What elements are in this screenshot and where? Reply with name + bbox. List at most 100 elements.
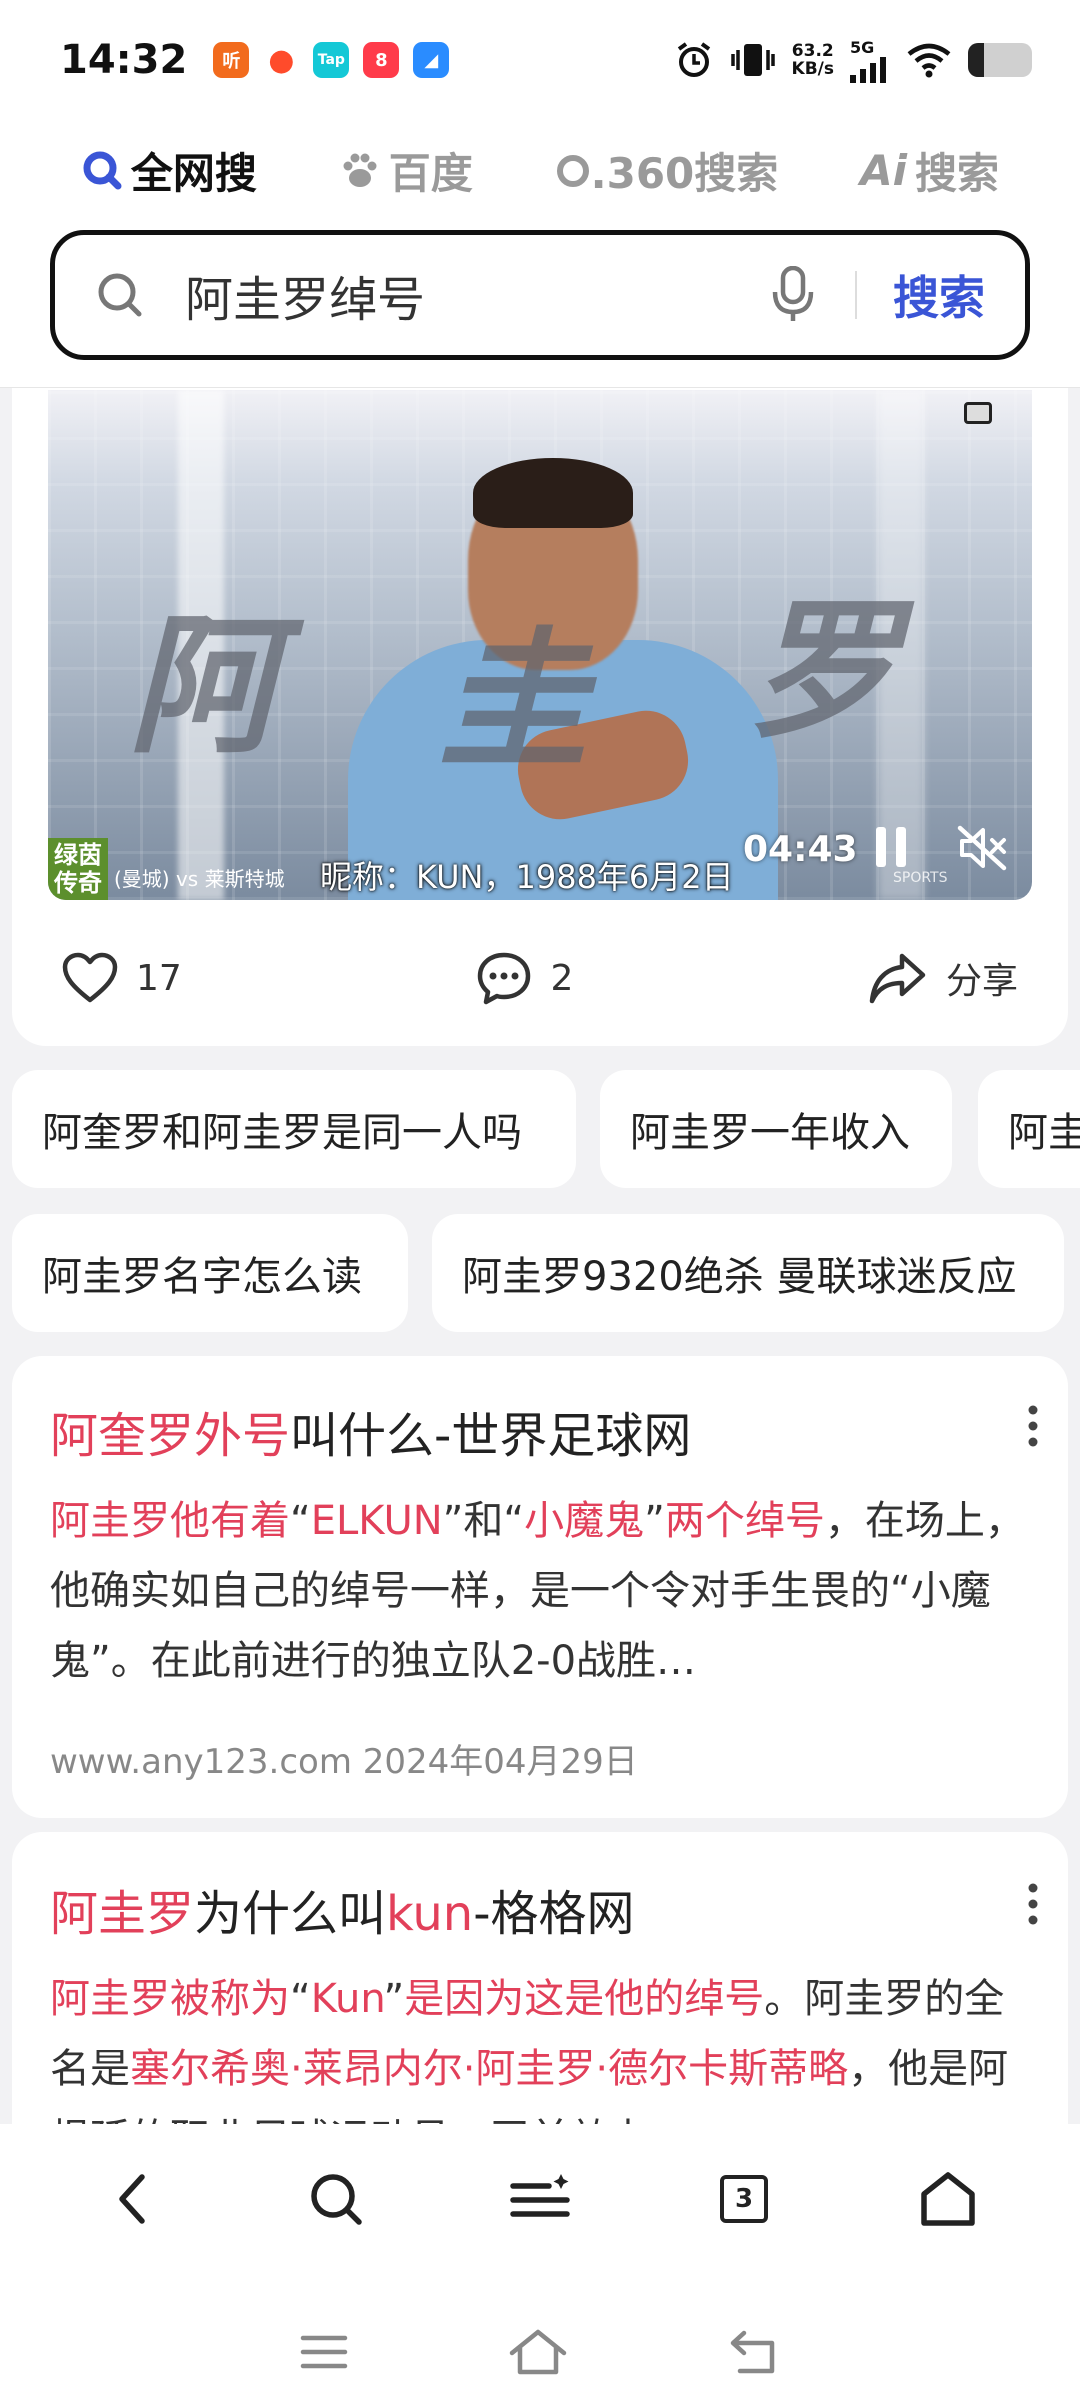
related-chip[interactable]: 阿圭罗一年收入 (600, 1070, 952, 1188)
snippet-highlight: 塞尔希奥·莱昂内尔·阿圭罗·德尔卡斯蒂略 (130, 2046, 849, 2092)
snippet-text: ” (644, 1498, 665, 1544)
search-q-icon (83, 151, 122, 190)
comment-count: 2 (550, 957, 574, 999)
net-speed: 63.2 KB/s (792, 42, 834, 78)
battery-icon (968, 43, 1032, 77)
battery-fill (968, 43, 984, 77)
result-snippet: 阿圭罗他有着“ELKUN”和“小魔鬼”两个绰号，在场上，他确实如自己的绰号一样，… (50, 1486, 1035, 1696)
more-options-icon[interactable] (1026, 1404, 1040, 1448)
result-title-text: 叫什么-世界足球网 (290, 1408, 692, 1464)
calligraphy-char: 阿 (128, 598, 279, 774)
result-title-highlight: 阿奎罗外号 (50, 1408, 291, 1464)
video-subtitle: 昵称：KUN，1988年6月2日 (320, 858, 734, 896)
result-title[interactable]: 阿圭罗为什么叫kun-格格网 (50, 1874, 635, 1944)
net-speed-unit: KB/s (791, 59, 834, 79)
more-options-icon[interactable] (1026, 1882, 1040, 1926)
tab-ai-search[interactable]: Ai 搜索 (860, 140, 999, 201)
cell-signal: 5G (850, 38, 890, 83)
chevron-left-icon (119, 2174, 145, 2224)
tab-360-search[interactable]: .360搜索 (555, 140, 779, 201)
snippet-highlight: 阿圭罗他有着 (50, 1498, 290, 1544)
search-divider (855, 271, 857, 319)
like-button[interactable]: 17 (62, 952, 182, 1004)
tabs-button[interactable]: 3 (694, 2149, 794, 2249)
pause-icon[interactable] (870, 824, 914, 870)
status-right: 63.2 KB/s 5G (674, 38, 1032, 83)
channel-logo-line: 传奇 (54, 869, 102, 897)
system-home-icon[interactable] (508, 2327, 568, 2377)
result-title[interactable]: 阿奎罗外号叫什么-世界足球网 (50, 1396, 691, 1466)
mute-icon[interactable] (956, 824, 1008, 872)
heart-icon (62, 952, 118, 1003)
comment-button[interactable]: 2 (476, 951, 573, 1005)
search-result[interactable]: 阿圭罗为什么叫kun-格格网 阿圭罗被称为“Kun”是因为这是他的绰号。阿圭罗的… (12, 1832, 1068, 2152)
snippet-text: ” (383, 1976, 405, 2022)
search-button[interactable]: 搜索 (893, 262, 985, 328)
search-icon (311, 2174, 362, 2225)
snippet-text: ”和“ (442, 1498, 525, 1544)
status-time: 14:32 (60, 37, 188, 83)
tabs-count: 3 (720, 2175, 768, 2223)
baidu-paw-icon (343, 153, 377, 187)
status-left: 14:32 听 ● Tap 8 ◢ (60, 37, 450, 83)
video-frame-player-hair (473, 458, 633, 528)
result-date: 2024年04月29日 (362, 1742, 638, 1782)
weibo-app-icon: ● (263, 42, 300, 78)
wifi-icon (907, 43, 951, 78)
microphone-icon[interactable] (771, 266, 815, 324)
related-chip[interactable]: 阿奎罗和阿圭罗是同一人吗 (12, 1070, 576, 1188)
match-label: (曼城) vs 莱斯特城 (114, 867, 285, 891)
video-player[interactable]: 阿 圭 罗 绿茵 传奇 (曼城) vs 莱斯特城 昵称：KUN，1988年6月2… (48, 390, 1032, 900)
tab-label: .360搜索 (590, 148, 779, 198)
search-input[interactable]: 阿圭罗绰号 (185, 260, 771, 330)
comment-icon (478, 952, 531, 1005)
search-icon (98, 273, 142, 317)
home-button[interactable] (898, 2149, 998, 2249)
result-title-text: -格格网 (473, 1886, 635, 1942)
snippet-highlight: 是因为这是他的绰号 (404, 1976, 765, 2022)
result-title-highlight: kun (386, 1886, 474, 1942)
like-count: 17 (136, 957, 182, 999)
snippet-highlight: ELKUN (310, 1498, 443, 1544)
share-label: 分享 (945, 961, 1018, 1002)
ting-app-icon: 听 (213, 42, 250, 78)
related-chip[interactable]: 阿圭罗9320绝杀 曼联球迷反应 (432, 1214, 1064, 1332)
back-button[interactable] (82, 2149, 182, 2249)
xiaohongshu-app-icon: 8 (363, 42, 400, 78)
share-button[interactable]: 分享 (868, 951, 1018, 1005)
recent-apps-icon[interactable] (300, 2332, 348, 2372)
menu-button[interactable] (490, 2149, 590, 2249)
browser-toolbar: 3 (0, 2124, 1080, 2274)
net-speed-value: 63.2 (791, 41, 834, 61)
snippet-text: “ (290, 1976, 311, 2022)
signal-icon (850, 56, 886, 83)
video-actions: 17 2 分享 (12, 928, 1068, 1028)
result-source: www.any123.com (50, 1742, 352, 1782)
search-box[interactable]: 阿圭罗绰号 搜索 (50, 230, 1030, 360)
calligraphy-char: 圭 (438, 613, 589, 789)
system-back-icon[interactable] (728, 2329, 780, 2375)
snippet-highlight: 阿圭罗被称为 (50, 1976, 290, 2022)
sports-watermark: SPORTS (893, 870, 948, 886)
tab-baidu[interactable]: 百度 (339, 140, 473, 201)
related-chip[interactable]: 阿圭 (978, 1070, 1080, 1188)
list-sparkle-icon (510, 2174, 570, 2217)
channel-logo: 绿茵 传奇 (48, 838, 108, 900)
system-navigation-bar (0, 2304, 1080, 2400)
result-title-text: 为什么叫 (194, 1886, 387, 1942)
ring-icon (556, 155, 589, 187)
cloud-app-icon: ◢ (413, 42, 450, 78)
related-chip[interactable]: 阿圭罗名字怎么读 (12, 1214, 408, 1332)
taptap-app-icon: Tap (313, 42, 350, 78)
camera-icon (964, 402, 992, 424)
snippet-highlight: 两个绰号 (664, 1498, 825, 1544)
video-card: 阿 圭 罗 绿茵 传奇 (曼城) vs 莱斯特城 昵称：KUN，1988年6月2… (12, 388, 1068, 1046)
search-nav-button[interactable] (286, 2149, 386, 2249)
search-result[interactable]: 阿奎罗外号叫什么-世界足球网 阿圭罗他有着“ELKUN”和“小魔鬼”两个绰号，在… (12, 1356, 1068, 1818)
tab-all-web-search[interactable]: 全网搜 (81, 140, 257, 201)
result-meta: www.any123.com 2024年04月29日 (50, 1734, 638, 1783)
engine-tabs: 全网搜 百度 .360搜索 Ai 搜索 (0, 120, 1080, 220)
network-type: 5G (850, 37, 875, 57)
calligraphy-char: 罗 (748, 583, 899, 759)
snippet-highlight: 小魔鬼 (524, 1498, 645, 1544)
